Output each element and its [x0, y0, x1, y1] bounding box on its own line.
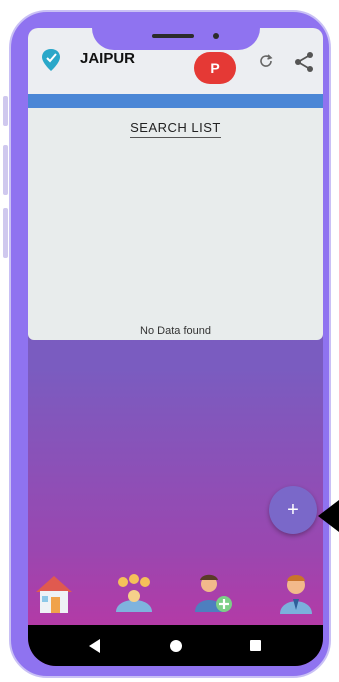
location-pin-logo-icon: [42, 49, 60, 71]
add-user-icon[interactable]: [194, 572, 234, 616]
group-icon[interactable]: [114, 572, 154, 616]
refresh-icon[interactable]: [257, 52, 275, 70]
volume-up-button: [3, 96, 8, 126]
share-icon[interactable]: [294, 51, 314, 73]
search-list-title: SEARCH LIST: [28, 120, 323, 138]
back-icon[interactable]: [89, 639, 100, 653]
home-circle-icon[interactable]: [170, 640, 182, 652]
accent-strip: [28, 94, 323, 108]
add-fab-button[interactable]: +: [269, 486, 317, 534]
home-icon[interactable]: [34, 572, 74, 616]
phone-notch: [92, 12, 260, 50]
search-list-title-text: SEARCH LIST: [130, 120, 221, 138]
speaker-grille: [152, 34, 194, 38]
city-title: JAIPUR: [80, 50, 136, 67]
camera-dot: [213, 33, 219, 39]
app-screen: JAIPUR P SEARCH LIST No Data found +: [28, 28, 323, 666]
avatar[interactable]: P: [194, 52, 236, 84]
recents-icon[interactable]: [250, 640, 261, 651]
empty-state-message: No Data found: [140, 325, 211, 337]
search-list-card: SEARCH LIST No Data found: [28, 108, 323, 340]
volume-down-button: [3, 145, 8, 195]
profile-icon[interactable]: [276, 572, 316, 616]
power-button: [3, 208, 8, 258]
system-navigation-bar: [28, 625, 323, 666]
pointer-arrow-icon: [318, 500, 339, 532]
